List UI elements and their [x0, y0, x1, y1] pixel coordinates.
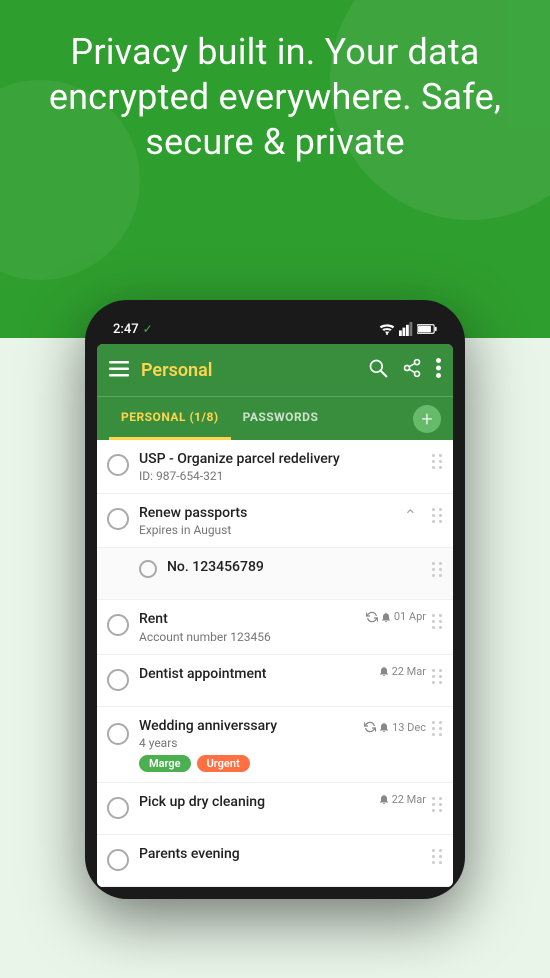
- phone-screen: Personal: [97, 344, 453, 887]
- task-content: Renew passports Expires in August: [139, 504, 426, 537]
- task-content: Rent Account number 123456: [139, 610, 362, 643]
- task-title: Renew passports: [139, 504, 426, 522]
- task-date: 13 Dec: [364, 721, 426, 734]
- hero-section: Privacy built in. Your data encrypted ev…: [0, 30, 550, 165]
- bell-icon: [378, 665, 390, 677]
- task-content: No. 123456789: [167, 558, 426, 576]
- menu-icon[interactable]: [109, 358, 129, 382]
- drag-handle: [432, 454, 443, 469]
- task-date: 22 Mar: [378, 665, 426, 678]
- task-date: 01 Apr: [366, 610, 426, 623]
- task-item: Renew passports Expires in August ⌃: [97, 494, 453, 548]
- repeat-icon: [364, 721, 376, 733]
- tab-personal[interactable]: PERSONAL (1/8): [109, 397, 231, 440]
- task-content: Wedding anniverssary 4 years Marge Urgen…: [139, 717, 360, 772]
- drag-handle: [432, 669, 443, 684]
- status-icons: [379, 322, 437, 336]
- task-content: Pick up dry cleaning: [139, 793, 374, 811]
- tab-passwords[interactable]: PASSWORDS: [231, 397, 331, 440]
- add-tab-button[interactable]: +: [413, 405, 441, 433]
- battery-icon: [417, 323, 437, 335]
- bell-icon: [380, 611, 392, 623]
- drag-handle: [432, 562, 443, 577]
- tag-urgent[interactable]: Urgent: [197, 755, 250, 772]
- task-item: USP - Organize parcel redelivery ID: 987…: [97, 440, 453, 494]
- search-icon[interactable]: [368, 358, 388, 383]
- task-checkbox[interactable]: [107, 669, 129, 691]
- task-meta: 22 Mar: [378, 793, 426, 806]
- task-checkbox[interactable]: [107, 614, 129, 636]
- toolbar-title: Personal: [141, 360, 356, 381]
- drag-handle: [432, 721, 443, 736]
- tag-marge[interactable]: Marge: [139, 755, 191, 772]
- task-sub: ID: 987-654-321: [139, 469, 426, 483]
- task-title: No. 123456789: [167, 558, 426, 576]
- task-item-sub: No. 123456789: [97, 548, 453, 600]
- task-content: Parents evening: [139, 845, 426, 863]
- wifi-icon: [379, 322, 395, 336]
- task-sub: Expires in August: [139, 523, 426, 537]
- task-title: USP - Organize parcel redelivery: [139, 450, 426, 468]
- task-meta: 13 Dec: [364, 721, 426, 734]
- task-item: Rent Account number 123456 01 Apr: [97, 600, 453, 654]
- task-checkbox[interactable]: [107, 723, 129, 745]
- task-meta: 22 Mar: [378, 665, 426, 678]
- task-meta: 01 Apr: [366, 610, 426, 623]
- share-icon[interactable]: [402, 358, 422, 383]
- drag-handle: [432, 797, 443, 812]
- phone-mockup: 2:47 ✓: [85, 300, 465, 899]
- task-title: Rent: [139, 610, 362, 628]
- task-checkbox[interactable]: [107, 508, 129, 530]
- task-title: Dentist appointment: [139, 665, 374, 683]
- task-sub: 4 years: [139, 736, 360, 750]
- task-checkbox[interactable]: [107, 454, 129, 476]
- repeat-icon: [366, 611, 378, 623]
- task-title: Parents evening: [139, 845, 426, 863]
- task-title: Wedding anniverssary: [139, 717, 360, 735]
- status-bar: 2:47 ✓: [97, 312, 453, 344]
- task-content: Dentist appointment: [139, 665, 374, 683]
- task-list: USP - Organize parcel redelivery ID: 987…: [97, 440, 453, 887]
- tabs-bar: PERSONAL (1/8) PASSWORDS +: [97, 396, 453, 440]
- hero-title: Privacy built in. Your data encrypted ev…: [30, 30, 520, 165]
- drag-handle: [432, 849, 443, 864]
- task-checkbox[interactable]: [107, 849, 129, 871]
- bell-icon: [378, 793, 390, 805]
- task-checkbox[interactable]: [107, 797, 129, 819]
- toolbar-actions: [368, 358, 441, 383]
- signal-icon: [399, 322, 413, 336]
- task-item: Pick up dry cleaning 22 Mar: [97, 783, 453, 835]
- task-title: Pick up dry cleaning: [139, 793, 374, 811]
- more-icon[interactable]: [436, 358, 441, 383]
- task-content: USP - Organize parcel redelivery ID: 987…: [139, 450, 426, 483]
- task-item: Dentist appointment 22 Mar: [97, 655, 453, 707]
- task-sub: Account number 123456: [139, 630, 362, 644]
- bell-icon: [378, 721, 390, 733]
- app-toolbar: Personal: [97, 344, 453, 396]
- task-item: Wedding anniverssary 4 years Marge Urgen…: [97, 707, 453, 783]
- task-item: Parents evening: [97, 835, 453, 887]
- drag-handle: [432, 614, 443, 629]
- task-checkbox[interactable]: [139, 560, 157, 578]
- task-date: 22 Mar: [378, 793, 426, 806]
- status-time: 2:47 ✓: [113, 322, 153, 337]
- task-tags: Marge Urgent: [139, 755, 360, 772]
- drag-handle: [432, 508, 443, 523]
- collapse-arrow-icon[interactable]: ⌃: [404, 506, 417, 525]
